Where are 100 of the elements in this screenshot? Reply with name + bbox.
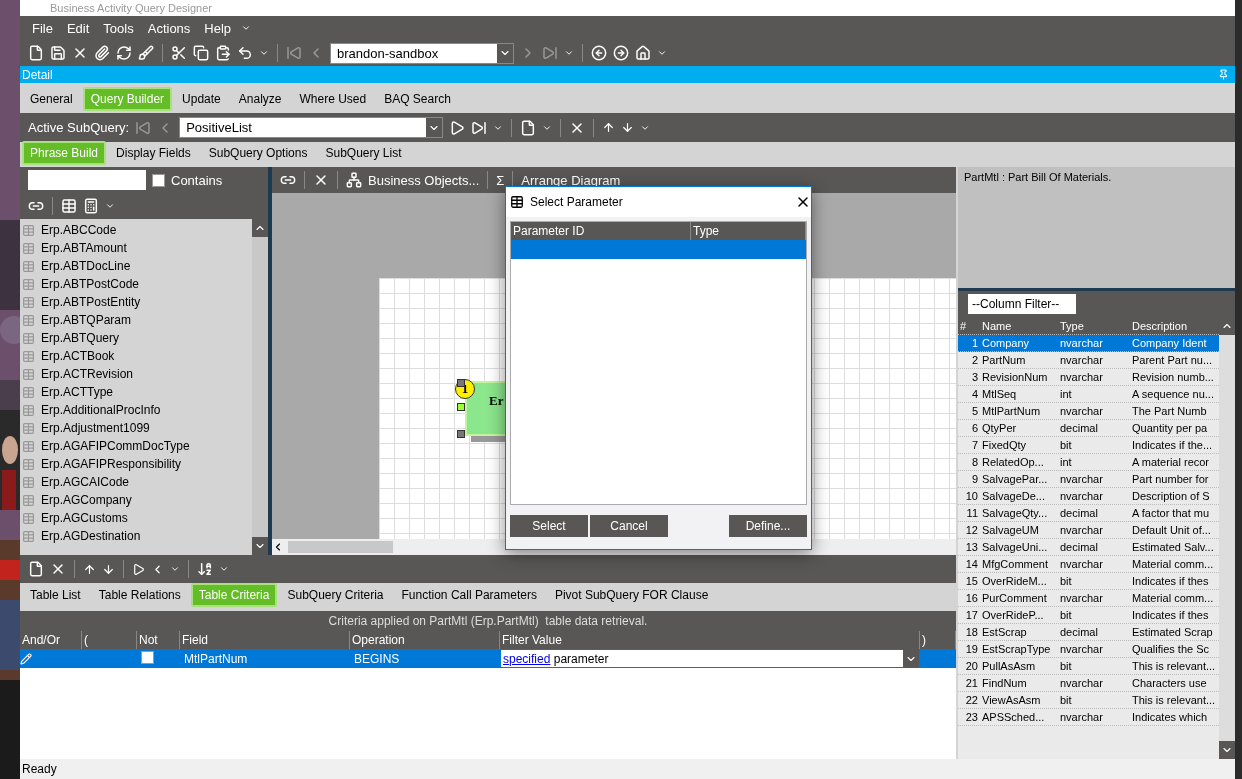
table-icon <box>22 385 35 399</box>
caret-icon[interactable] <box>219 564 229 574</box>
business-objects-button[interactable]: Business Objects... <box>368 172 480 188</box>
next-icon[interactable] <box>449 119 466 136</box>
dialog-button[interactable]: Define... <box>729 515 807 537</box>
table-list-item[interactable]: Erp.ABTPostCode <box>20 275 252 293</box>
broom-icon[interactable] <box>138 45 154 61</box>
search-field[interactable] <box>28 170 146 190</box>
tab[interactable]: SubQuery List <box>317 141 410 165</box>
company-dropdown[interactable]: brandon-sandbox <box>330 42 514 64</box>
new-icon[interactable] <box>28 45 44 61</box>
table-list-item[interactable]: Erp.ABTDocLine <box>20 257 252 275</box>
filter-value-field[interactable]: specified parameter <box>500 649 920 668</box>
caret-icon[interactable] <box>170 564 180 574</box>
paperclip-icon[interactable] <box>94 45 110 61</box>
not-checkbox[interactable] <box>141 650 154 664</box>
refresh-icon[interactable] <box>116 45 132 61</box>
edit-row-icon[interactable] <box>20 652 32 665</box>
tab[interactable]: SubQuery Criteria <box>279 583 392 607</box>
sort-icon[interactable] <box>197 561 213 577</box>
specified-link[interactable]: specified <box>503 651 551 666</box>
table-list-item[interactable]: Erp.Adjustment1099 <box>20 419 252 437</box>
tab[interactable]: Where Used <box>291 87 375 111</box>
caret-icon[interactable] <box>259 48 269 58</box>
column-header[interactable]: Name <box>980 319 1058 332</box>
table-list-item[interactable]: Erp.ABCCode <box>20 221 252 239</box>
tab[interactable]: General <box>22 87 81 111</box>
table-list-item[interactable]: Erp.AGCustoms <box>20 509 252 527</box>
menu-item[interactable]: Edit <box>62 20 94 36</box>
home-icon[interactable] <box>635 45 651 61</box>
caret-icon[interactable] <box>105 201 115 211</box>
back-icon[interactable] <box>591 45 607 61</box>
tab[interactable]: Function Call Parameters <box>393 583 545 607</box>
column-header[interactable]: # <box>958 319 980 332</box>
tab[interactable]: BAQ Search <box>376 87 459 111</box>
table-icon <box>22 403 35 417</box>
tab[interactable]: Update <box>174 87 229 111</box>
table-list-item[interactable]: Erp.ABTPostEntity <box>20 293 252 311</box>
dialog-button[interactable]: Cancel <box>590 515 668 537</box>
resize-handle[interactable] <box>457 430 465 438</box>
table-icon <box>22 259 35 273</box>
up-arrow-icon[interactable] <box>83 562 96 576</box>
last-icon[interactable] <box>471 119 488 136</box>
tab[interactable]: Table List <box>22 583 89 607</box>
caret-icon[interactable] <box>241 23 252 33</box>
play-icon[interactable] <box>132 562 145 576</box>
delete-icon[interactable] <box>50 561 66 577</box>
table-list-item[interactable]: Erp.ABTQParam <box>20 311 252 329</box>
sum-button[interactable]: Σ <box>496 172 505 188</box>
table-list-item[interactable]: Erp.AGAFIPCommDocType <box>20 437 252 455</box>
dialog-button[interactable]: Select <box>510 515 588 537</box>
tab[interactable]: Display Fields <box>108 141 199 165</box>
delete-icon[interactable] <box>72 45 88 61</box>
table-list-item[interactable]: Erp.AGDestination <box>20 527 252 545</box>
menu-item[interactable]: Actions <box>143 20 195 36</box>
copy-icon[interactable] <box>193 45 209 61</box>
criteria-row[interactable]: MtlPartNum BEGINS specified parameter <box>20 649 956 668</box>
caret-icon[interactable] <box>564 48 574 58</box>
network-icon[interactable] <box>346 172 362 188</box>
menu-item[interactable]: Tools <box>99 20 138 36</box>
column-filter-dropdown[interactable]: --Column Filter-- <box>968 294 1076 314</box>
scrollbar[interactable] <box>1219 317 1235 759</box>
table-list-item[interactable]: Erp.ACTBook <box>20 347 252 365</box>
table-list-item[interactable]: Erp.ACTType <box>20 383 252 401</box>
contains-checkbox[interactable] <box>152 173 165 187</box>
subquery-dropdown[interactable]: PositiveList <box>179 117 444 138</box>
table-list-item[interactable]: Erp.AGCompany <box>20 491 252 509</box>
table-list-item[interactable]: Erp.ABTQuery <box>20 329 252 347</box>
table-list-item[interactable]: Erp.ACTRevision <box>20 365 252 383</box>
down-arrow-icon[interactable] <box>102 562 115 576</box>
close-icon[interactable] <box>795 194 811 210</box>
tab[interactable]: Table Relations <box>90 583 189 607</box>
table-list-item[interactable]: Erp.AGCAICode <box>20 473 252 491</box>
resize-handle[interactable] <box>457 379 465 387</box>
paste-icon[interactable] <box>215 45 231 61</box>
table-list-item[interactable]: Erp.ABTAmount <box>20 239 252 257</box>
table-list-item[interactable]: Erp.AGAFIPResponsibility <box>20 455 252 473</box>
resize-handle[interactable] <box>457 403 465 411</box>
delete-icon[interactable] <box>313 172 329 188</box>
column-header[interactable]: Description <box>1130 319 1219 332</box>
tab[interactable]: Pivot SubQuery FOR Clause <box>546 583 717 607</box>
column-header[interactable]: Type <box>1058 319 1130 332</box>
menu-item[interactable]: File <box>28 20 57 36</box>
cut-icon[interactable] <box>171 45 187 61</box>
up-arrow-icon[interactable] <box>602 121 616 134</box>
table-list-item[interactable]: Erp.AdditionalProcInfo <box>20 401 252 419</box>
new-subquery-icon[interactable] <box>520 119 537 136</box>
undo-icon[interactable] <box>237 45 253 61</box>
tab[interactable]: SubQuery Options <box>200 141 316 165</box>
new-icon[interactable] <box>28 561 44 577</box>
forward-icon[interactable] <box>613 45 629 61</box>
arrange-diagram-button[interactable]: Arrange Diagram <box>521 172 621 188</box>
save-icon[interactable] <box>50 45 66 61</box>
menu-item[interactable]: Help <box>200 20 236 36</box>
field-row[interactable]: 1 Company nvarchar Company Ident <box>958 335 1219 352</box>
calculator-icon[interactable] <box>83 198 99 214</box>
caret-icon[interactable] <box>657 48 667 58</box>
down-arrow-icon[interactable] <box>621 121 635 134</box>
table-icon[interactable] <box>61 198 77 214</box>
tab[interactable]: Analyze <box>230 87 290 111</box>
